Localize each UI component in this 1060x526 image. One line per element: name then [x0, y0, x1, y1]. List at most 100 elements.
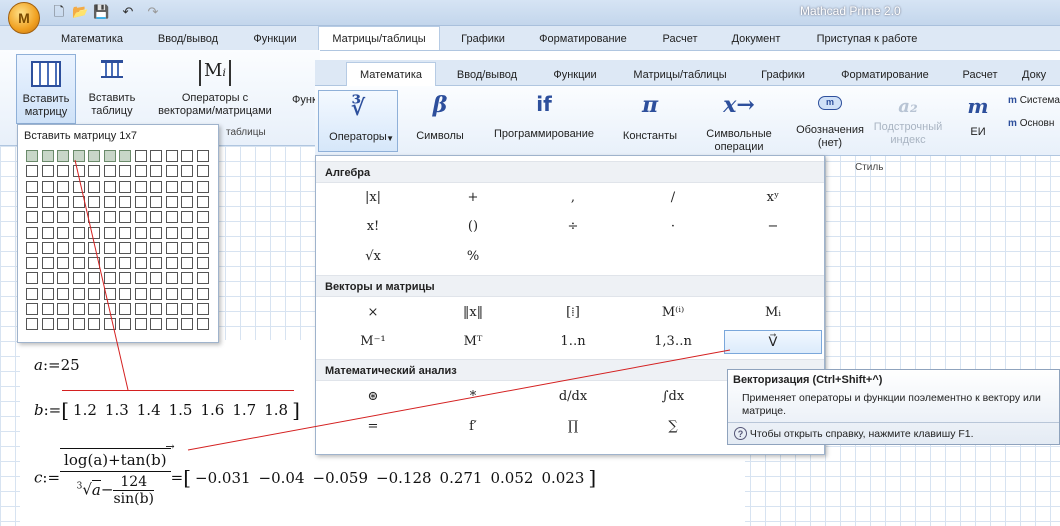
matrix-cell[interactable] [88, 180, 100, 193]
matrix-cell[interactable] [181, 241, 193, 254]
matrix-cell[interactable] [26, 195, 38, 208]
matrix-cell[interactable] [196, 272, 209, 285]
tab-document[interactable]: Доку [1022, 66, 1060, 84]
matrix-cell[interactable] [41, 180, 54, 193]
matrix-cell[interactable] [41, 272, 54, 285]
operator-algebra-0-1[interactable]: + [424, 186, 522, 210]
operator-calculus-1-0[interactable]: = [324, 415, 422, 439]
constants-button[interactable]: π Константы [612, 92, 688, 150]
tab-plots-back[interactable]: Графики [452, 30, 514, 48]
matrix-cell[interactable] [119, 287, 131, 300]
matrix-cell[interactable] [72, 241, 85, 254]
matrix-cell[interactable] [26, 272, 38, 285]
matrix-cell[interactable] [57, 211, 69, 224]
operator-algebra-0-0[interactable]: |x| [324, 186, 422, 210]
matrix-cell[interactable] [72, 303, 85, 315]
operator-vectors-0-2[interactable]: [⁞] [524, 301, 622, 325]
matrix-cell[interactable] [196, 318, 209, 331]
matrix-cell[interactable] [150, 195, 162, 208]
matrix-cell[interactable] [196, 180, 209, 193]
save-icon[interactable]: 💾 [93, 4, 109, 20]
unit-system-button[interactable]: m Система [1008, 95, 1060, 106]
c-definition[interactable]: c:= → log(a)+tan(b) 3√a− 124 sin(b) =[−0.03… [34, 440, 596, 507]
matrix-cell[interactable] [41, 303, 54, 315]
operator-algebra-1-4[interactable]: − [724, 215, 822, 239]
matrix-cell[interactable] [196, 150, 209, 162]
operator-calculus-0-0[interactable]: ⊛ [324, 385, 422, 409]
matrix-cell[interactable] [26, 287, 38, 300]
new-icon[interactable]: 🗋 [51, 4, 67, 20]
tab-calc[interactable]: Расчет [950, 66, 1010, 84]
matrix-cell[interactable] [57, 303, 69, 315]
tab-matrices-back[interactable]: Матрицы/таблицы [318, 26, 440, 50]
mathcad-logo[interactable]: M [8, 2, 40, 34]
matrix-cell[interactable] [134, 303, 147, 315]
matrix-cell[interactable] [134, 195, 147, 208]
operator-vectors-0-4[interactable]: Mᵢ [724, 301, 822, 325]
matrix-cell[interactable] [41, 257, 54, 270]
matrix-cell[interactable] [181, 211, 193, 224]
matrix-cell[interactable] [165, 303, 178, 315]
matrix-cell[interactable] [41, 318, 54, 331]
operator-calculus-1-2[interactable]: ∏ [524, 415, 622, 439]
matrix-cell[interactable] [196, 211, 209, 224]
matrix-cell[interactable] [181, 257, 193, 270]
matrix-cell[interactable] [72, 195, 85, 208]
matrix-cell[interactable] [150, 150, 162, 162]
matrix-cell[interactable] [119, 195, 131, 208]
a-definition[interactable]: a:=25 [34, 356, 80, 374]
matrix-cell[interactable] [119, 211, 131, 224]
matrix-cell[interactable] [41, 165, 54, 178]
matrix-cell[interactable] [72, 272, 85, 285]
operator-vectors-1-2[interactable]: 1‥n [524, 330, 622, 354]
matrix-cell[interactable] [196, 287, 209, 300]
matrix-cell[interactable] [165, 180, 178, 193]
operators-button[interactable]: ∛ Операторы ▼ [318, 90, 398, 152]
matrix-cell[interactable] [119, 226, 131, 239]
matrix-cell[interactable] [26, 303, 38, 315]
matrix-cell[interactable] [57, 272, 69, 285]
matrix-cell[interactable] [196, 226, 209, 239]
insert-matrix-button[interactable]: Вставить матрицу [16, 54, 76, 124]
matrix-cell[interactable] [88, 257, 100, 270]
matrix-cell[interactable] [57, 318, 69, 331]
matrix-cell[interactable] [57, 195, 69, 208]
redo-icon[interactable]: ↷ [145, 4, 161, 20]
matrix-cell[interactable] [181, 165, 193, 178]
matrix-cell[interactable] [88, 318, 100, 331]
subscript-button[interactable]: a₂ Подстрочный индекс [868, 96, 948, 154]
matrix-cell[interactable] [165, 150, 178, 162]
matrix-cell[interactable] [72, 180, 85, 193]
operator-calculus-1-1[interactable]: f′ [424, 415, 522, 439]
operator-vectors-1-4[interactable]: V⃗ [724, 330, 822, 354]
tab-calc-back[interactable]: Расчет [650, 30, 710, 48]
matrix-cell[interactable] [165, 241, 178, 254]
matrix-cell[interactable] [88, 272, 100, 285]
matrix-cell[interactable] [26, 165, 38, 178]
matrix-cell[interactable] [103, 180, 116, 193]
matrix-cell[interactable] [26, 150, 38, 162]
matrix-cell[interactable] [41, 241, 54, 254]
tab-functions[interactable]: Функции [540, 66, 610, 84]
matrix-cell[interactable] [119, 318, 131, 331]
open-icon[interactable]: 📂 [72, 4, 88, 20]
matrix-cell[interactable] [57, 287, 69, 300]
operator-algebra-1-0[interactable]: x! [324, 215, 422, 239]
matrix-cell[interactable] [26, 180, 38, 193]
b-definition[interactable]: b:=[1.2 1.3 1.4 1.5 1.6 1.7 1.8] [34, 398, 300, 422]
tab-math-back[interactable]: Математика [52, 30, 132, 48]
matrix-cell[interactable] [119, 180, 131, 193]
programming-button[interactable]: if Программирование [484, 92, 604, 150]
operator-vectors-1-1[interactable]: Mᵀ [424, 330, 522, 354]
labels-button[interactable]: m Обозначения (нет) [792, 96, 868, 154]
operator-calculus-1-3[interactable]: ∑ [624, 415, 722, 439]
matrix-cell[interactable] [103, 150, 116, 162]
matrix-cell[interactable] [150, 257, 162, 270]
matrix-cell[interactable] [26, 226, 38, 239]
matrix-cell[interactable] [103, 241, 116, 254]
tab-format-back[interactable]: Форматирование [530, 30, 636, 48]
matrix-cell[interactable] [134, 287, 147, 300]
matrix-cell[interactable] [181, 195, 193, 208]
operator-vectors-1-3[interactable]: 1,3‥n [624, 330, 722, 354]
matrix-cell[interactable] [103, 195, 116, 208]
